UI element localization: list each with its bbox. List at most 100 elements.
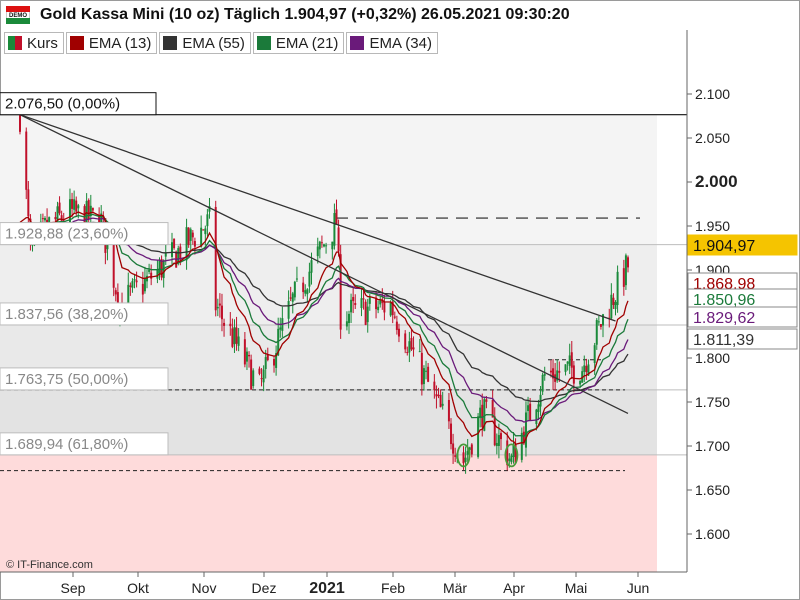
- price-chart[interactable]: 2.076,50 (0,00%) 1.928,88 (23,60%) 1.837,5…: [0, 0, 800, 600]
- price-tags: 1.904,971.868,981.850,961.829,621.811,39: [687, 234, 798, 350]
- copyright-text: © IT-Finance.com: [6, 559, 93, 571]
- candle-body: [572, 365, 575, 384]
- candle-body: [237, 336, 240, 346]
- candle-body: [202, 229, 205, 231]
- candle-body: [310, 260, 313, 273]
- candle-body: [323, 244, 325, 247]
- x-tick-label: Jun: [627, 580, 650, 596]
- y-tick-label: 1.600: [695, 526, 730, 542]
- candle-body: [58, 202, 61, 214]
- candle-body: [141, 283, 144, 295]
- candle-body: [129, 285, 132, 287]
- x-tick-label: Sep: [61, 580, 86, 596]
- candle-body: [148, 269, 151, 272]
- fib-label: 1.928,88 (23,60%): [5, 226, 128, 243]
- candle-body: [389, 302, 392, 316]
- candle-body: [352, 297, 355, 302]
- candle-body: [410, 337, 413, 350]
- candle-body: [293, 281, 296, 298]
- candle-body: [568, 355, 571, 366]
- candle-body: [320, 242, 323, 244]
- candle-body: [485, 399, 488, 402]
- x-tick-label: Dez: [252, 580, 277, 596]
- candle-body: [422, 368, 425, 385]
- y-tick-label: 1.800: [695, 350, 730, 366]
- candle-body: [585, 365, 588, 373]
- candle-body: [91, 207, 94, 211]
- candle-body: [470, 444, 473, 455]
- candle-body: [131, 281, 134, 288]
- candle-body: [264, 357, 267, 369]
- candle-body: [273, 359, 276, 366]
- candle-body: [427, 366, 430, 382]
- candle-body: [499, 433, 502, 440]
- candle-body: [345, 321, 348, 327]
- candle-body: [54, 217, 57, 220]
- candle-body: [393, 316, 396, 318]
- candle-body: [306, 289, 309, 295]
- candle-body: [295, 278, 298, 280]
- candle-body: [404, 333, 407, 350]
- candle-body: [624, 255, 627, 286]
- candle-body: [229, 323, 232, 327]
- candle-body: [77, 205, 80, 209]
- candle-body: [397, 328, 400, 337]
- candle-body: [379, 300, 382, 305]
- y-tick-label: 2.050: [695, 130, 730, 146]
- candle-body: [350, 299, 353, 313]
- candle-body: [245, 351, 248, 362]
- candle-body: [368, 296, 371, 304]
- x-tick-label: Nov: [192, 580, 217, 596]
- candle-body: [543, 374, 546, 376]
- candle-body: [112, 240, 115, 288]
- price-tag-label: 1.811,39: [693, 332, 754, 349]
- candle-body: [316, 246, 319, 257]
- candle-body: [143, 278, 146, 292]
- candle-body: [447, 399, 450, 422]
- candle-body: [354, 302, 357, 306]
- candle-body: [158, 260, 161, 274]
- price-tag-label: 1.904,97: [693, 238, 755, 255]
- x-tick-label: Okt: [127, 580, 149, 596]
- candle-body: [425, 370, 428, 372]
- candle-body: [420, 352, 423, 385]
- candle-body: [308, 271, 311, 287]
- candle-body: [622, 268, 625, 287]
- candle-body: [231, 328, 234, 347]
- x-tick-label: Apr: [503, 580, 525, 596]
- candle-body: [235, 327, 238, 344]
- candle-body: [248, 354, 251, 357]
- candle-body: [318, 241, 321, 250]
- candle-body: [214, 206, 217, 311]
- price-tag-label: 1.850,96: [693, 292, 755, 309]
- candle-body: [43, 218, 46, 221]
- candle-body: [266, 355, 269, 361]
- candle-body: [549, 370, 552, 373]
- candle-body: [616, 271, 619, 306]
- candle-body: [599, 324, 602, 327]
- candle-body: [156, 269, 159, 279]
- candle-body: [252, 370, 255, 387]
- candle-body: [337, 227, 340, 252]
- x-tick-label: Feb: [381, 580, 405, 596]
- candle-body: [508, 458, 511, 461]
- fib-label: 1.837,56 (38,20%): [5, 306, 128, 323]
- candle-body: [41, 218, 44, 220]
- candle-body: [570, 352, 573, 368]
- candle-body: [243, 339, 246, 365]
- candle-body: [597, 321, 600, 323]
- candle-body: [627, 257, 629, 268]
- candle-body: [377, 306, 380, 311]
- candle-body: [558, 370, 561, 373]
- candle-body: [366, 306, 369, 323]
- candle-body: [220, 305, 223, 320]
- candle-body: [535, 409, 538, 425]
- y-tick-label: 2.100: [695, 86, 730, 102]
- candle-body: [73, 199, 76, 210]
- candle-body: [595, 320, 598, 345]
- fib-label: 1.689,94 (61,80%): [5, 436, 128, 453]
- x-tick-label: Mai: [565, 580, 588, 596]
- candle-body: [406, 352, 409, 354]
- candle-body: [223, 322, 226, 326]
- candle-body: [418, 351, 421, 353]
